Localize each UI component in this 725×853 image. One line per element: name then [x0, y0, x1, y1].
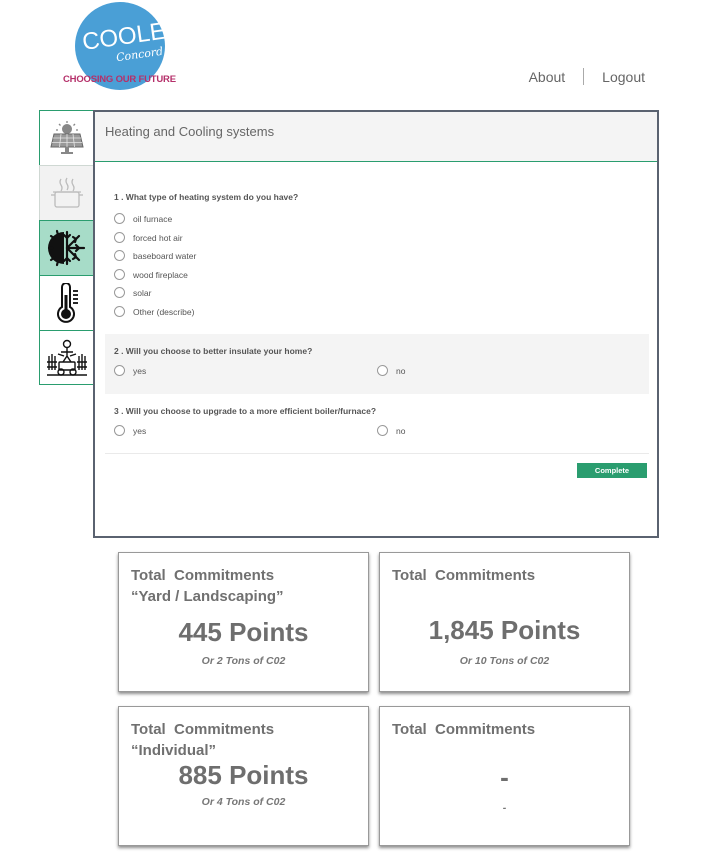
option-label: solar: [133, 287, 152, 298]
option-wood-fireplace[interactable]: wood fireplace: [114, 269, 188, 280]
question-2: 2 . Will you choose to better insulate y…: [105, 334, 649, 394]
panel-title: Heating and Cooling systems: [105, 124, 275, 139]
sidebar-item-solar[interactable]: [39, 110, 94, 165]
card-co2: Or 2 Tons of C02: [201, 655, 286, 667]
panel-header: Heating and Cooling systems: [95, 112, 657, 162]
card-co2: -: [502, 802, 507, 814]
radio-button[interactable]: [114, 425, 125, 436]
question-title: 1 . What type of heating system do you h…: [114, 192, 299, 202]
option-label: yes: [133, 425, 147, 436]
radio-button[interactable]: [377, 425, 388, 436]
option-baseboard-water[interactable]: baseboard water: [114, 250, 196, 261]
option-other[interactable]: Other (describe): [114, 306, 194, 317]
option-label: wood fireplace: [133, 269, 188, 280]
commitments-card-total: Total Commitments 1,845 Points Or 10 Ton…: [379, 552, 630, 692]
card-points: 445 Points: [178, 617, 309, 647]
heating-cooling-icon: [47, 229, 85, 267]
option-label: oil furnace: [133, 213, 173, 224]
logo-tagline: CHOOSING OUR FUTURE: [63, 74, 176, 85]
question-title: 3 . Will you choose to upgrade to a more…: [114, 406, 377, 416]
question-1: 1 . What type of heating system do you h…: [105, 192, 649, 317]
card-co2: Or 4 Tons of C02: [201, 796, 286, 808]
card-points: -: [500, 762, 509, 792]
card-co2: Or 10 Tons of C02: [459, 655, 550, 667]
lawn-mower-icon: [46, 339, 87, 376]
sidebar-item-lawn-mower[interactable]: [39, 330, 94, 385]
thermometer-icon: [56, 283, 78, 323]
card-header: Total Commitments “Yard / Landscaping”: [131, 567, 284, 605]
option-no[interactable]: no: [377, 365, 405, 376]
sidebar-item-heating-cooling[interactable]: [39, 220, 94, 275]
option-oil-furnace[interactable]: oil furnace: [114, 213, 172, 224]
option-label: Other (describe): [133, 306, 195, 317]
cooler-concord-logo: COOLER Concord CHOOSING OUR FUTURE: [60, 2, 185, 94]
commitments-card-empty: Total Commitments - -: [379, 706, 630, 846]
sidebar-item-cooking[interactable]: [39, 165, 94, 220]
radio-button[interactable]: [377, 365, 388, 376]
card-header: Total Commitments: [392, 721, 536, 738]
question-title: 2 . Will you choose to better insulate y…: [114, 346, 313, 356]
card-points: 1,845 Points: [428, 615, 581, 645]
option-no[interactable]: no: [377, 425, 405, 436]
radio-button[interactable]: [114, 306, 125, 317]
option-label: forced hot air: [133, 232, 183, 243]
card-header: Total Commitments: [392, 567, 536, 584]
option-label: baseboard water: [133, 250, 197, 261]
option-forced-hot-air[interactable]: forced hot air: [114, 232, 183, 243]
commitments-card-individual: Total Commitments “Individual” 885 Point…: [118, 706, 369, 846]
top-nav: About Logout: [529, 68, 645, 85]
option-label: yes: [133, 365, 147, 376]
option-label: no: [396, 425, 406, 436]
card-header: Total Commitments “Individual”: [131, 721, 275, 759]
radio-button[interactable]: [114, 287, 125, 298]
radio-button[interactable]: [114, 232, 125, 243]
card-points: 885 Points: [178, 760, 309, 790]
radio-button[interactable]: [114, 213, 125, 224]
radio-button[interactable]: [114, 250, 125, 261]
radio-button[interactable]: [114, 269, 125, 280]
solar-panel-icon: [49, 121, 84, 154]
commitments-card-yard: Total Commitments “Yard / Landscaping” 4…: [118, 552, 369, 692]
nav-divider: [583, 68, 585, 85]
option-yes[interactable]: yes: [114, 365, 146, 376]
sidebar-item-thermometer[interactable]: [39, 275, 94, 330]
option-label: no: [396, 365, 406, 376]
complete-button[interactable]: Complete: [577, 463, 647, 478]
cooking-pot-icon: [50, 177, 83, 208]
option-yes[interactable]: yes: [114, 425, 146, 436]
survey-panel: Heating and Cooling systems 1 . What typ…: [93, 110, 659, 538]
category-sidebar: [39, 110, 94, 385]
nav-about-link[interactable]: About: [529, 69, 566, 85]
nav-logout-link[interactable]: Logout: [602, 69, 645, 85]
radio-button[interactable]: [114, 365, 125, 376]
option-solar[interactable]: solar: [114, 287, 151, 298]
question-divider: [105, 453, 649, 454]
question-3: 3 . Will you choose to upgrade to a more…: [105, 394, 649, 454]
